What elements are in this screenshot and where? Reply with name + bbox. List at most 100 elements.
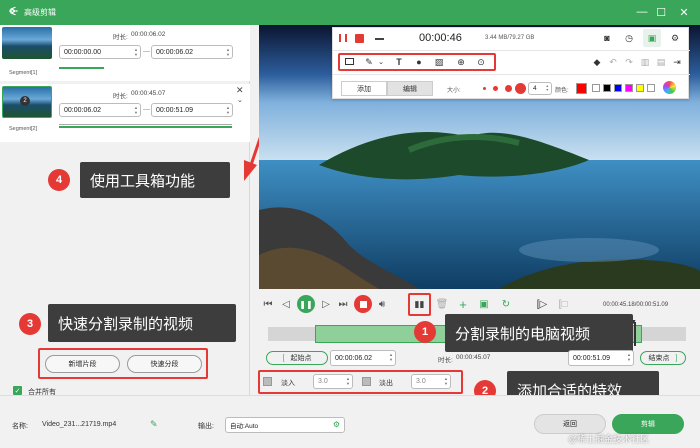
clear-icon[interactable]: ▤: [655, 56, 667, 68]
camera-icon[interactable]: ◙: [601, 32, 613, 44]
pen-icon[interactable]: ✎: [363, 56, 375, 68]
volume-icon[interactable]: 🔊︎: [376, 298, 388, 310]
chevron-down-icon[interactable]: ⌄: [375, 56, 387, 68]
add-icon[interactable]: +: [456, 297, 470, 312]
next-frame-icon[interactable]: ▷: [320, 298, 332, 310]
text-icon[interactable]: T: [393, 56, 405, 68]
reset-icon[interactable]: ↻: [500, 298, 512, 310]
maximize-button[interactable]: ☐: [653, 4, 669, 20]
pause-button[interactable]: ❚❚: [297, 295, 315, 313]
stepper-icon[interactable]: ▲ ▼: [546, 84, 549, 92]
color-swatch[interactable]: [592, 84, 600, 92]
segment-item[interactable]: Segment[1] 时长: 00:00:06.02 00:00:00.00 ▲ ▼…: [0, 25, 250, 81]
color-swatch[interactable]: [636, 84, 644, 92]
size-option[interactable]: [493, 86, 498, 91]
segment-end-input[interactable]: 00:00:06.02 ▲ ▼: [151, 45, 233, 59]
minimize-toolbar-icon[interactable]: [375, 38, 384, 40]
duration-label: 时长:: [113, 34, 128, 41]
stepper-icon[interactable]: ▲ ▼: [134, 47, 138, 57]
end-time-input[interactable]: 00:00:51.09 ▲ ▼: [568, 350, 634, 366]
file-name: Video_231...21719.mp4: [42, 421, 117, 428]
fade-out-label: 淡出: [379, 380, 393, 387]
color-selected[interactable]: [576, 83, 587, 94]
redo-icon[interactable]: ↷: [623, 56, 635, 68]
stepper-icon[interactable]: ▲ ▼: [226, 105, 230, 115]
new-segment-button[interactable]: 新增片段: [45, 355, 120, 373]
fade-out-input[interactable]: 3.0 ▲ ▼: [411, 374, 451, 389]
prev-frame-icon[interactable]: ◁: [280, 298, 292, 310]
output-select[interactable]: 自动:Auto ⚙: [225, 417, 345, 433]
color-palette-icon[interactable]: [663, 81, 676, 94]
stepper-icon[interactable]: ▲ ▼: [134, 105, 138, 115]
timer-icon[interactable]: ◷: [623, 32, 635, 44]
divider: [333, 74, 690, 75]
rectangle-icon[interactable]: [345, 58, 354, 65]
size-option[interactable]: [505, 85, 512, 92]
eraser-icon[interactable]: ◆: [591, 56, 603, 68]
stop-icon[interactable]: [355, 34, 364, 43]
stop-button[interactable]: [354, 295, 372, 313]
color-swatch[interactable]: [603, 84, 611, 92]
name-label: 名称:: [12, 423, 28, 430]
window-title: 高级剪辑: [24, 8, 56, 17]
start-point-button[interactable]: [起始点: [266, 351, 328, 365]
exit-icon[interactable]: ⇥: [671, 56, 683, 68]
segment-start-input[interactable]: 00:00:06.02 ▲ ▼: [59, 103, 141, 117]
sticker-icon[interactable]: ●: [413, 56, 425, 68]
color-swatch[interactable]: [647, 84, 655, 92]
image-icon[interactable]: ▨: [433, 56, 445, 68]
delete-icon[interactable]: 🗑︎: [436, 298, 449, 310]
segment-label: Segment[2]: [9, 126, 38, 132]
merge-all-checkbox[interactable]: ✓: [13, 386, 22, 395]
bracket-icon: [: [282, 354, 285, 362]
size-option[interactable]: [515, 83, 526, 94]
stepper-icon[interactable]: ▲ ▼: [346, 376, 350, 386]
mark-out-icon[interactable]: [□: [557, 298, 569, 310]
segment-end-input[interactable]: 00:00:51.09 ▲ ▼: [151, 103, 233, 117]
copy-icon[interactable]: ▣: [478, 298, 490, 310]
delete-icon[interactable]: ▥: [639, 56, 651, 68]
minimize-button[interactable]: —: [634, 4, 650, 20]
callout-quick-split: 快速分割录制的视频: [48, 304, 236, 342]
bracket-icon: ]: [675, 354, 678, 362]
fade-in-checkbox[interactable]: [263, 377, 272, 386]
tab-edit[interactable]: 编辑: [387, 81, 433, 96]
stepper-icon[interactable]: ▲ ▼: [627, 352, 631, 362]
split-icon[interactable]: ▮▮: [413, 298, 426, 311]
mark-in-icon[interactable]: [▷: [536, 298, 548, 310]
end-point-button[interactable]: 结束点]: [640, 351, 686, 365]
fade-out-checkbox[interactable]: [362, 377, 371, 386]
line-size-input[interactable]: 4 ▲ ▼: [528, 82, 552, 95]
record-time: 00:00:46: [419, 32, 462, 44]
zoom-in-icon[interactable]: ⊕: [455, 56, 467, 68]
quick-split-button[interactable]: 快速分段: [127, 355, 202, 373]
back-button[interactable]: 返回: [534, 414, 606, 434]
fade-in-input[interactable]: 3.0 ▲ ▼: [313, 374, 353, 389]
output-label: 输出:: [198, 423, 214, 430]
gear-icon[interactable]: ⚙: [333, 420, 340, 429]
close-button[interactable]: ✕: [676, 4, 692, 20]
player-time: 00:00:45.18/00:00:51.09: [603, 302, 669, 308]
undo-icon[interactable]: ↶: [607, 56, 619, 68]
stepper-icon[interactable]: ▲ ▼: [444, 376, 448, 386]
edit-name-icon[interactable]: ✎: [150, 419, 158, 430]
color-label: 颜色:: [555, 88, 569, 94]
start-time-input[interactable]: 00:00:06.02 ▲ ▼: [330, 350, 396, 366]
segment-start-input[interactable]: 00:00:00.00 ▲ ▼: [59, 45, 141, 59]
segment-item[interactable]: 2 Segment[2] 时长: 00:00:45.07 ✕ ⌄ 00:00:0…: [0, 84, 250, 142]
spotlight-icon[interactable]: ⊙: [475, 56, 487, 68]
tab-add[interactable]: 添加: [341, 81, 387, 96]
stepper-icon[interactable]: ▲ ▼: [226, 47, 230, 57]
toolbox-icon[interactable]: ▣: [646, 32, 658, 44]
size-option[interactable]: [483, 87, 486, 90]
skip-end-icon[interactable]: ⏭: [337, 298, 349, 310]
pause-icon[interactable]: [339, 34, 347, 42]
skip-start-icon[interactable]: ⏮: [262, 298, 274, 310]
duration-value: 00:00:45.07: [131, 90, 166, 97]
segment-thumbnail[interactable]: [2, 27, 52, 59]
color-swatch[interactable]: [625, 84, 633, 92]
export-button[interactable]: 剪辑: [612, 414, 684, 434]
color-swatch[interactable]: [614, 84, 622, 92]
stepper-icon[interactable]: ▲ ▼: [389, 352, 393, 362]
gear-icon[interactable]: ⚙: [669, 32, 681, 44]
